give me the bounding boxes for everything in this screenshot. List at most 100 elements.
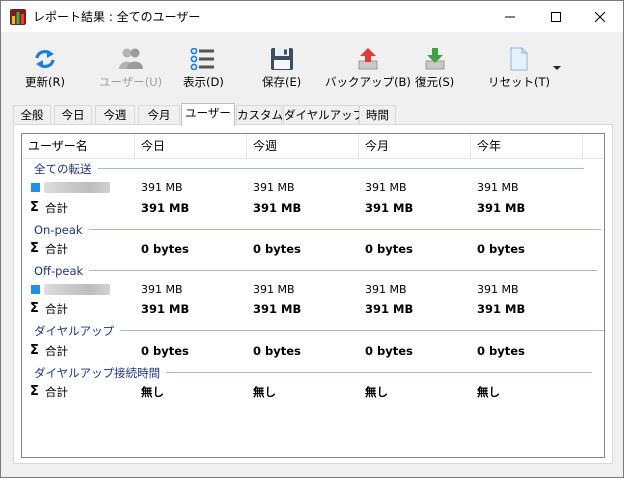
restore-button[interactable]: 復元(S) <box>415 46 454 92</box>
tab-dialup[interactable]: ダイヤルアップ <box>283 105 364 125</box>
column-header-this-month[interactable]: 今月 <box>359 134 471 159</box>
column-header-username[interactable]: ユーザー名 <box>22 134 135 159</box>
cell-this-year: 391 MB <box>477 283 519 296</box>
user-row[interactable]: 391 MB 391 MB 391 MB 391 MB <box>22 281 604 299</box>
toolbar: 更新(R) ユーザー(U) 表示(D) 保存(E) バックアップ(B) 復元(S… <box>1 32 623 94</box>
maximize-icon <box>551 11 561 22</box>
cell-this-year: 391 MB <box>477 201 526 215</box>
sigma-icon: Σ <box>30 343 39 358</box>
cell-this-year: 0 bytes <box>477 344 525 358</box>
tab-today[interactable]: 今日 <box>54 105 92 125</box>
app-bar-chart-icon <box>10 9 26 25</box>
minimize-button[interactable] <box>487 1 533 32</box>
cell-this-month: 391 MB <box>365 181 407 194</box>
cell-today: 無し <box>141 385 164 399</box>
cell-this-week: 無し <box>253 385 276 399</box>
cell-today: 391 MB <box>141 283 183 296</box>
refresh-icon <box>35 50 55 68</box>
refresh-button[interactable]: 更新(R) <box>25 46 65 92</box>
redacted-username <box>44 284 110 295</box>
cell-this-month: 391 MB <box>365 302 414 316</box>
user-marker-icon <box>31 285 40 294</box>
maximize-button[interactable] <box>533 1 579 32</box>
group-title: 全ての転送 <box>34 161 92 176</box>
user-row[interactable]: 391 MB 391 MB 391 MB 391 MB <box>22 179 604 197</box>
group-header-all-transfers: 全ての転送 <box>34 160 584 177</box>
tab-general[interactable]: 全般 <box>13 105 51 125</box>
total-row[interactable]: Σ 合計 391 MB 391 MB 391 MB 391 MB <box>22 199 604 217</box>
close-button[interactable] <box>577 1 623 32</box>
group-header-on-peak: On-peak <box>34 221 601 238</box>
cell-today: 391 MB <box>141 201 190 215</box>
sigma-icon: Σ <box>30 384 39 399</box>
cell-this-week: 391 MB <box>253 201 302 215</box>
redacted-username <box>44 182 110 193</box>
user-marker-icon <box>31 183 40 192</box>
cell-this-month: 391 MB <box>365 283 407 296</box>
close-icon <box>595 11 605 22</box>
column-header-today[interactable]: 今日 <box>135 134 247 159</box>
group-title: ダイヤルアップ <box>34 323 115 338</box>
total-label: 合計 <box>45 344 68 358</box>
tab-custom[interactable]: カスタム <box>236 105 283 125</box>
total-row[interactable]: Σ 合計 391 MB 391 MB 391 MB 391 MB <box>22 300 604 318</box>
reset-button[interactable]: リセット(T) <box>488 46 550 92</box>
cell-this-year: 0 bytes <box>477 242 525 256</box>
total-row[interactable]: Σ 合計 0 bytes 0 bytes 0 bytes 0 bytes <box>22 342 604 360</box>
dropdown-arrow-icon[interactable] <box>551 63 563 73</box>
report-list[interactable]: ユーザー名 今日 今週 今月 今年 全ての転送 391 MB 391 MB 39… <box>21 133 605 458</box>
cell-this-year: 無し <box>477 385 500 399</box>
cell-this-week: 391 MB <box>253 181 295 194</box>
cell-this-month: 無し <box>365 385 388 399</box>
group-title: On-peak <box>34 222 83 237</box>
tab-this-month[interactable]: 今月 <box>138 105 180 125</box>
total-row[interactable]: Σ 合計 無し 無し 無し 無し <box>22 383 604 401</box>
group-header-dialup: ダイヤルアップ <box>34 322 604 339</box>
cell-this-week: 391 MB <box>253 283 295 296</box>
save-label: 保存(E) <box>262 75 302 89</box>
group-title: Off-peak <box>34 263 84 278</box>
cell-this-month: 391 MB <box>365 201 414 215</box>
column-header-this-year[interactable]: 今年 <box>471 134 583 159</box>
title-bar[interactable]: レポート結果 : 全てのユーザー <box>1 1 623 32</box>
cell-this-week: 0 bytes <box>253 344 301 358</box>
total-label: 合計 <box>45 385 68 399</box>
total-label: 合計 <box>45 201 68 215</box>
reset-label: リセット(T) <box>488 75 550 89</box>
cell-this-month: 0 bytes <box>365 242 413 256</box>
tab-this-week[interactable]: 今週 <box>95 105 135 125</box>
window-title: レポート結果 : 全てのユーザー <box>33 10 201 24</box>
group-title: ダイヤルアップ接続時間 <box>34 365 161 380</box>
backup-button[interactable]: バックアップ(B) <box>325 46 411 92</box>
cell-today: 391 MB <box>141 181 183 194</box>
sigma-icon: Σ <box>30 241 39 256</box>
tab-users[interactable]: ユーザー <box>181 103 235 126</box>
cell-this-year: 391 MB <box>477 302 526 316</box>
download-arrow-icon <box>425 48 445 70</box>
users-icon <box>118 48 143 69</box>
refresh-label: 更新(R) <box>25 75 65 89</box>
users-button[interactable]: ユーザー(U) <box>99 46 162 92</box>
column-header-this-week[interactable]: 今週 <box>247 134 359 159</box>
save-button[interactable]: 保存(E) <box>262 46 301 92</box>
floppy-disk-icon <box>270 48 293 70</box>
minimize-icon <box>505 16 515 17</box>
list-view-icon <box>191 48 215 70</box>
cell-this-month: 0 bytes <box>365 344 413 358</box>
list-header: ユーザー名 今日 今週 今月 今年 <box>22 134 604 159</box>
cell-today: 0 bytes <box>141 344 189 358</box>
restore-label: 復元(S) <box>415 75 455 89</box>
upload-arrow-icon <box>358 48 378 70</box>
cell-this-year: 391 MB <box>477 181 519 194</box>
tab-time[interactable]: 時間 <box>359 105 396 125</box>
total-label: 合計 <box>45 242 68 256</box>
sigma-icon: Σ <box>30 301 39 316</box>
total-row[interactable]: Σ 合計 0 bytes 0 bytes 0 bytes 0 bytes <box>22 240 604 258</box>
display-label: 表示(D) <box>183 75 224 89</box>
cell-this-week: 0 bytes <box>253 242 301 256</box>
blank-document-icon <box>510 47 528 71</box>
total-label: 合計 <box>45 302 68 316</box>
backup-label: バックアップ(B) <box>325 75 411 89</box>
cell-this-week: 391 MB <box>253 302 302 316</box>
display-button[interactable]: 表示(D) <box>183 46 224 92</box>
